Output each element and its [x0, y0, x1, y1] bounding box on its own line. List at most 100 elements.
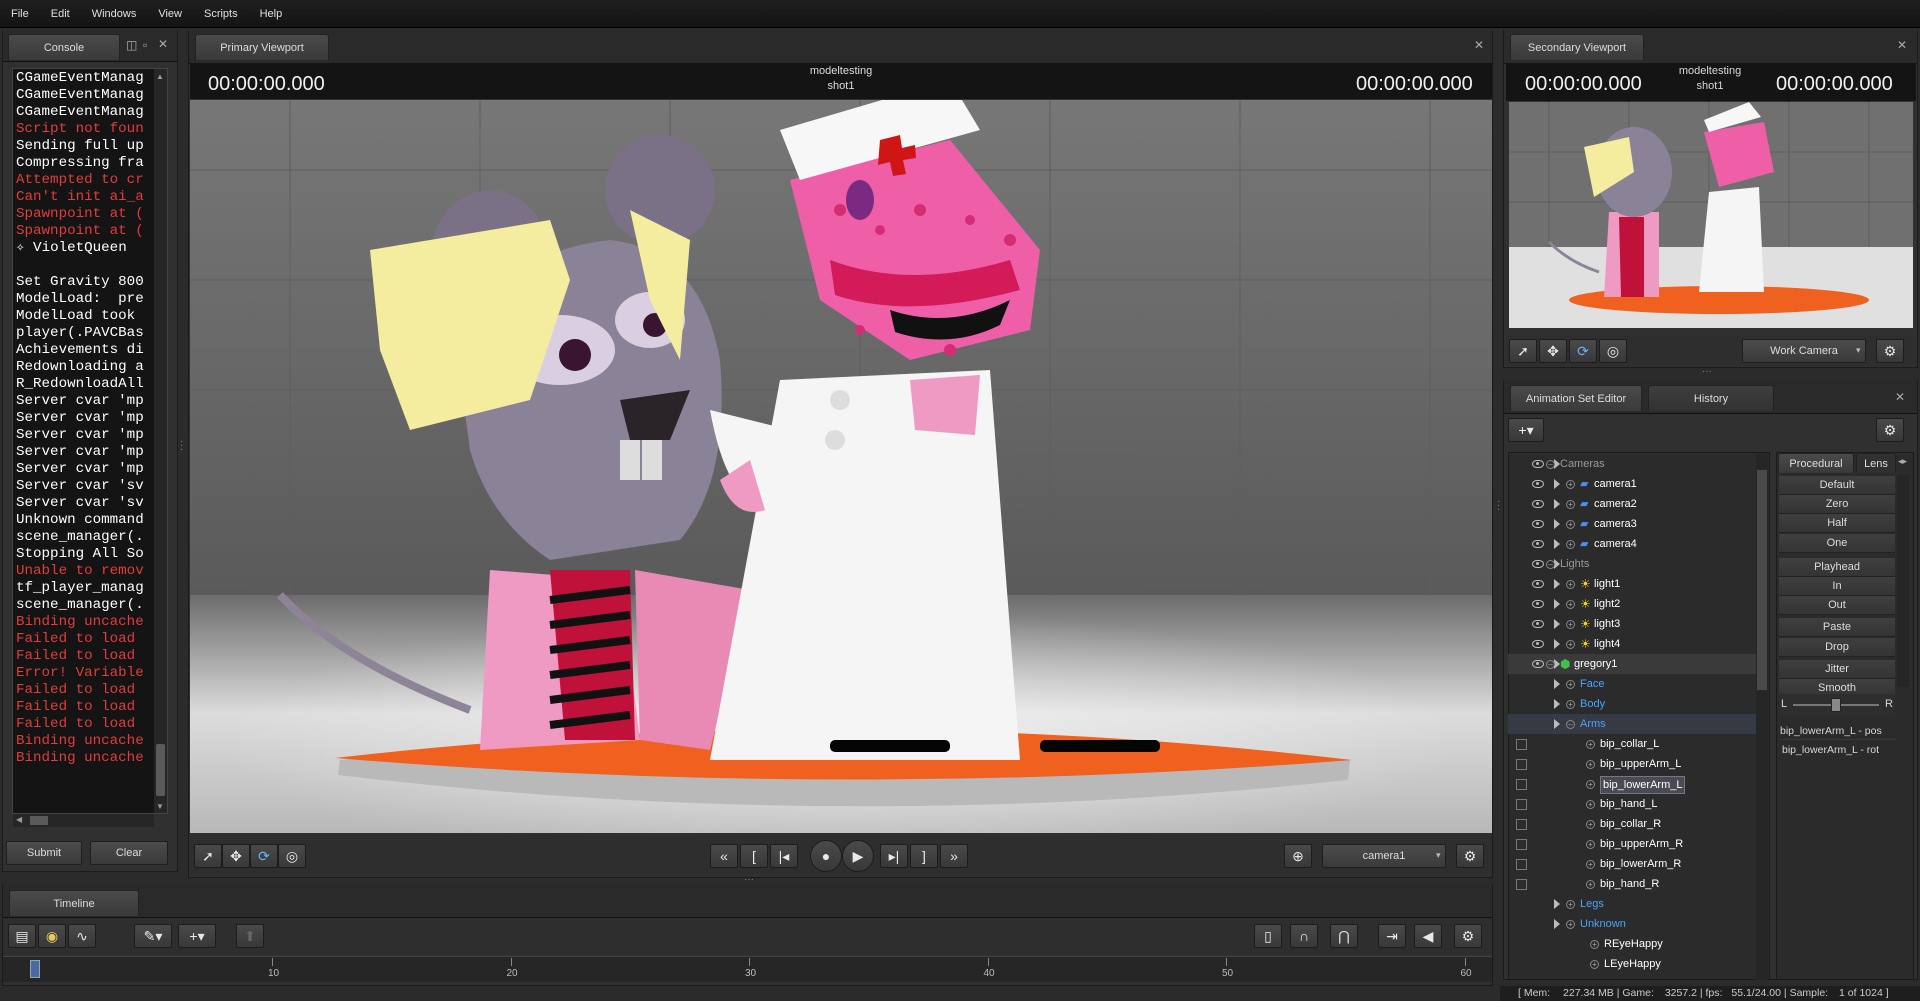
- tree-item-legs[interactable]: + Legs: [1508, 894, 1756, 914]
- target-icon[interactable]: ⊕: [1284, 844, 1312, 868]
- tree-item-camera1[interactable]: + ▰ camera1: [1508, 474, 1756, 494]
- visibility-eye-icon[interactable]: [1532, 620, 1544, 628]
- expander-icon[interactable]: +: [1566, 620, 1575, 629]
- checkbox[interactable]: [1516, 759, 1527, 770]
- expander-icon[interactable]: +: [1566, 580, 1575, 589]
- tree-item-bip_lowerarm_r[interactable]: + bip_lowerArm_R: [1508, 854, 1756, 874]
- select-tool-icon[interactable]: ➚: [1509, 339, 1537, 363]
- expander-icon[interactable]: +: [1586, 880, 1595, 889]
- checkbox[interactable]: [1516, 779, 1527, 790]
- gear-icon[interactable]: ⚙: [1456, 844, 1484, 868]
- play-icon[interactable]: ▶: [842, 840, 874, 872]
- prev-frame-icon[interactable]: |◂: [770, 844, 798, 868]
- clip-editor-icon[interactable]: ▤: [8, 924, 36, 948]
- preset-one[interactable]: One: [1779, 533, 1895, 553]
- tree-item-light3[interactable]: + ☀ light3: [1508, 614, 1756, 634]
- secondary-3d-view[interactable]: [1509, 102, 1913, 328]
- expander-icon[interactable]: +: [1590, 960, 1599, 969]
- menu-view[interactable]: View: [147, 0, 193, 28]
- preset-playhead[interactable]: Playhead: [1779, 557, 1895, 577]
- expander-icon[interactable]: +: [1586, 860, 1595, 869]
- expander-icon[interactable]: +: [1586, 780, 1595, 789]
- expand-arrow-icon[interactable]: [1554, 479, 1560, 489]
- splitter-handle[interactable]: ···: [1497, 497, 1500, 515]
- skip-to-end-icon[interactable]: ⇥: [1378, 924, 1406, 948]
- expand-arrow-icon[interactable]: [1554, 499, 1560, 509]
- tab-primary-viewport[interactable]: Primary Viewport: [195, 34, 329, 60]
- expander-icon[interactable]: +: [1566, 480, 1575, 489]
- preset-default[interactable]: Default: [1779, 476, 1895, 495]
- clear-button[interactable]: Clear: [90, 841, 168, 865]
- expander-icon[interactable]: +: [1586, 820, 1595, 829]
- select-tool-icon[interactable]: ➚: [194, 844, 222, 868]
- expander-icon[interactable]: +: [1566, 540, 1575, 549]
- expander-icon[interactable]: +: [1586, 800, 1595, 809]
- preset-zero[interactable]: Zero: [1779, 495, 1895, 515]
- scroll-up-icon[interactable]: ▲: [156, 72, 164, 81]
- snap-frame-icon[interactable]: ⋂: [1330, 924, 1358, 948]
- expander-icon[interactable]: +: [1566, 920, 1575, 929]
- visibility-eye-icon[interactable]: [1532, 580, 1544, 588]
- expander-icon[interactable]: +: [1566, 520, 1575, 529]
- expand-arrow-icon[interactable]: [1554, 579, 1560, 589]
- checkbox[interactable]: [1516, 879, 1527, 890]
- add-track-icon[interactable]: +▾: [178, 924, 216, 948]
- visibility-eye-icon[interactable]: [1532, 600, 1544, 608]
- scroll-down-icon[interactable]: ▼: [156, 802, 164, 811]
- expand-arrow-icon[interactable]: [1554, 519, 1560, 529]
- checkbox[interactable]: [1516, 839, 1527, 850]
- motion-editor-icon[interactable]: ◉: [38, 924, 66, 948]
- orbit-tool-icon[interactable]: ◎: [1599, 339, 1627, 363]
- tree-item-bip_collar_r[interactable]: + bip_collar_R: [1508, 814, 1756, 834]
- close-icon[interactable]: ✕: [1897, 38, 1907, 52]
- tree-item-light4[interactable]: + ☀ light4: [1508, 634, 1756, 654]
- console-scrollbar[interactable]: [154, 69, 167, 813]
- expand-arrow-icon[interactable]: [1554, 639, 1560, 649]
- preset-half[interactable]: Half: [1779, 514, 1895, 534]
- expand-arrow-icon[interactable]: [1554, 599, 1560, 609]
- gear-icon[interactable]: ⚙: [1454, 924, 1482, 948]
- tab-lens[interactable]: Lens: [1856, 453, 1896, 473]
- control-item[interactable]: bip_lowerArm_L - pos: [1780, 722, 1896, 740]
- rewind-icon[interactable]: «: [710, 844, 738, 868]
- tree-item-face[interactable]: + Face: [1508, 674, 1756, 694]
- up-level-icon[interactable]: ⬆: [236, 924, 264, 948]
- tree-item-bip_hand_l[interactable]: + bip_hand_L: [1508, 794, 1756, 814]
- splitter-handle[interactable]: ···: [180, 437, 183, 455]
- move-tool-icon[interactable]: ✥: [1539, 339, 1567, 363]
- tab-timeline[interactable]: Timeline: [9, 890, 139, 916]
- expand-arrow-icon[interactable]: [1554, 619, 1560, 629]
- fast-forward-icon[interactable]: »: [940, 844, 968, 868]
- preset-scrollbar[interactable]: [1897, 475, 1909, 687]
- tab-secondary-viewport[interactable]: Secondary Viewport: [1510, 34, 1644, 60]
- tree-item-body[interactable]: + Body: [1508, 694, 1756, 714]
- visibility-eye-icon[interactable]: [1532, 540, 1544, 548]
- tab-console[interactable]: Console: [8, 34, 120, 60]
- primary-3d-view[interactable]: [190, 100, 1492, 833]
- tree-item-bip_upperarm_r[interactable]: + bip_upperArm_R: [1508, 834, 1756, 854]
- tree-item-leyehappy[interactable]: + LEyeHappy: [1508, 954, 1756, 974]
- balance-slider[interactable]: L R: [1779, 694, 1895, 716]
- expander-icon[interactable]: +: [1590, 940, 1599, 949]
- expander-icon[interactable]: +: [1566, 500, 1575, 509]
- add-animation-set-icon[interactable]: +▾: [1508, 418, 1544, 442]
- expander-icon[interactable]: +: [1566, 900, 1575, 909]
- expander-icon[interactable]: +: [1586, 740, 1595, 749]
- expander-icon[interactable]: +: [1586, 840, 1595, 849]
- scroll-thumb[interactable]: [156, 744, 165, 796]
- preset-jitter[interactable]: Jitter: [1779, 659, 1895, 679]
- playhead-marker[interactable]: [30, 960, 40, 978]
- work-camera-select[interactable]: Work Camera: [1742, 339, 1866, 363]
- tree-item-bip_upperarm_l[interactable]: + bip_upperArm_L: [1508, 754, 1756, 774]
- orbit-tool-icon[interactable]: ◎: [278, 844, 306, 868]
- control-item[interactable]: bip_lowerArm_L - rot: [1782, 741, 1898, 759]
- tab-history[interactable]: History: [1648, 385, 1774, 411]
- tree-item-gregory1[interactable]: – ⬢ gregory1: [1508, 654, 1756, 674]
- next-frame-icon[interactable]: ▸|: [880, 844, 908, 868]
- checkbox[interactable]: [1516, 819, 1527, 830]
- tab-scroll-icon[interactable]: ◂▸: [1898, 456, 1907, 467]
- expand-arrow-icon[interactable]: [1554, 719, 1560, 729]
- tree-item-unknown[interactable]: + Unknown: [1508, 914, 1756, 934]
- expander-icon[interactable]: +: [1566, 680, 1575, 689]
- float-icon[interactable]: ◫: [126, 38, 137, 52]
